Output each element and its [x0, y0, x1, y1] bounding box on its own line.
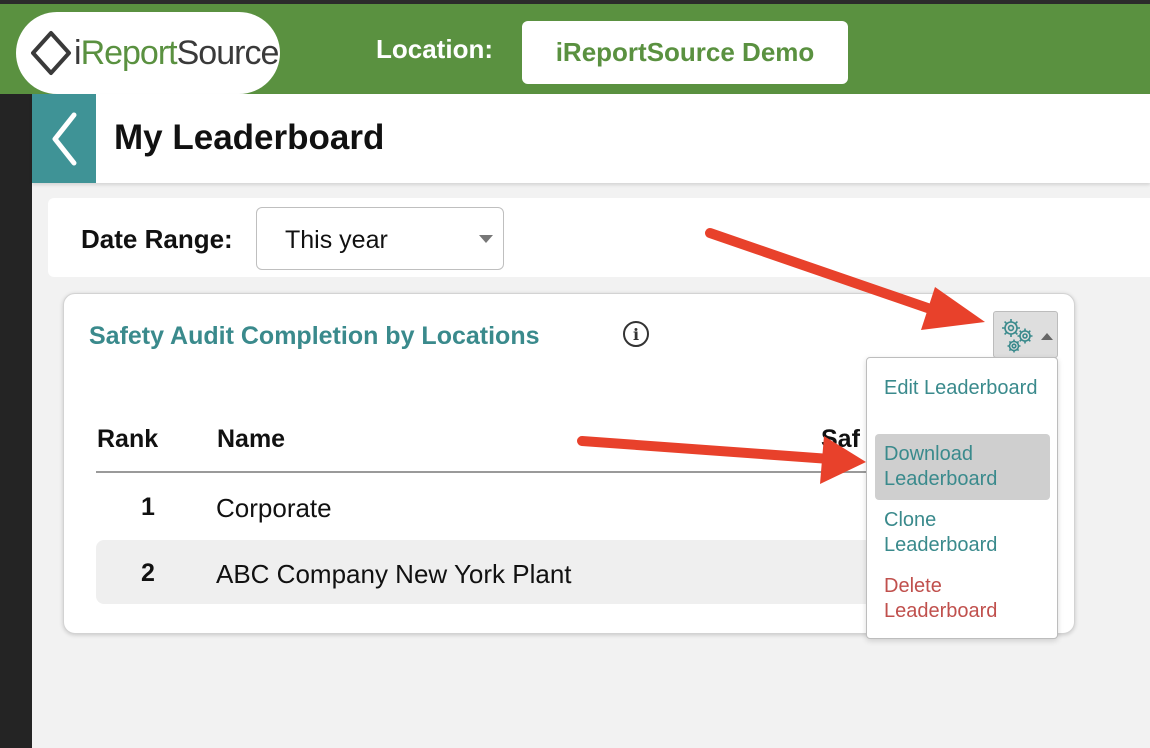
left-strip — [0, 94, 32, 748]
top-bar: iReportSource Location: iReportSource De… — [0, 0, 1150, 94]
page-header: My Leaderboard — [32, 94, 1150, 183]
row-name: ABC Company New York Plant — [216, 559, 572, 589]
leaderboard-actions-menu: Edit Leaderboard Download Leaderboard Cl… — [866, 357, 1058, 639]
menu-item-label: Edit Leaderboard — [884, 377, 1038, 399]
settings-button[interactable] — [993, 311, 1058, 358]
menu-item-edit[interactable]: Edit Leaderboard — [875, 368, 1050, 434]
page-title: My Leaderboard — [114, 118, 385, 157]
gears-icon — [1002, 319, 1033, 353]
menu-item-delete[interactable]: Delete Leaderboard — [875, 566, 1050, 632]
filter-bar: Date Range: This year — [48, 198, 1150, 277]
row-rank: 1 — [141, 493, 155, 521]
logo-mark-icon — [30, 30, 72, 76]
location-label: Location: — [376, 34, 493, 64]
date-range-value: This year — [285, 226, 388, 254]
back-button[interactable] — [32, 94, 96, 183]
logo-report: Report — [80, 33, 178, 72]
logo-source: Source — [176, 33, 280, 72]
header-divider — [96, 471, 886, 473]
column-header-rank[interactable]: Rank — [97, 425, 158, 454]
column-header-partial[interactable]: Saf — [821, 425, 860, 454]
date-range-label: Date Range: — [81, 224, 233, 254]
table-row: 2 ABC Company New York Plant — [96, 540, 886, 604]
column-header-name[interactable]: Name — [217, 425, 285, 454]
leaderboard-title: Safety Audit Completion by Locations — [89, 322, 540, 350]
location-selector[interactable]: iReportSource Demo — [522, 21, 848, 84]
row-name: Corporate — [216, 493, 332, 523]
menu-item-clone[interactable]: Clone Leaderboard — [875, 500, 1050, 566]
chevron-left-icon — [52, 112, 77, 165]
menu-item-label: Download Leaderboard — [884, 443, 998, 490]
info-icon[interactable]: i — [623, 321, 649, 347]
logo-text: iReportSource — [74, 33, 280, 73]
menu-item-label: Clone Leaderboard — [884, 509, 998, 556]
menu-item-label: Delete Leaderboard — [884, 575, 998, 622]
table-row: 1 Corporate — [96, 474, 886, 538]
menu-item-download[interactable]: Download Leaderboard — [875, 434, 1050, 500]
caret-up-icon — [1041, 333, 1053, 340]
row-rank: 2 — [141, 559, 155, 587]
logo[interactable]: iReportSource — [16, 12, 280, 94]
caret-down-icon — [479, 235, 493, 243]
date-range-select[interactable]: This year — [256, 207, 504, 270]
